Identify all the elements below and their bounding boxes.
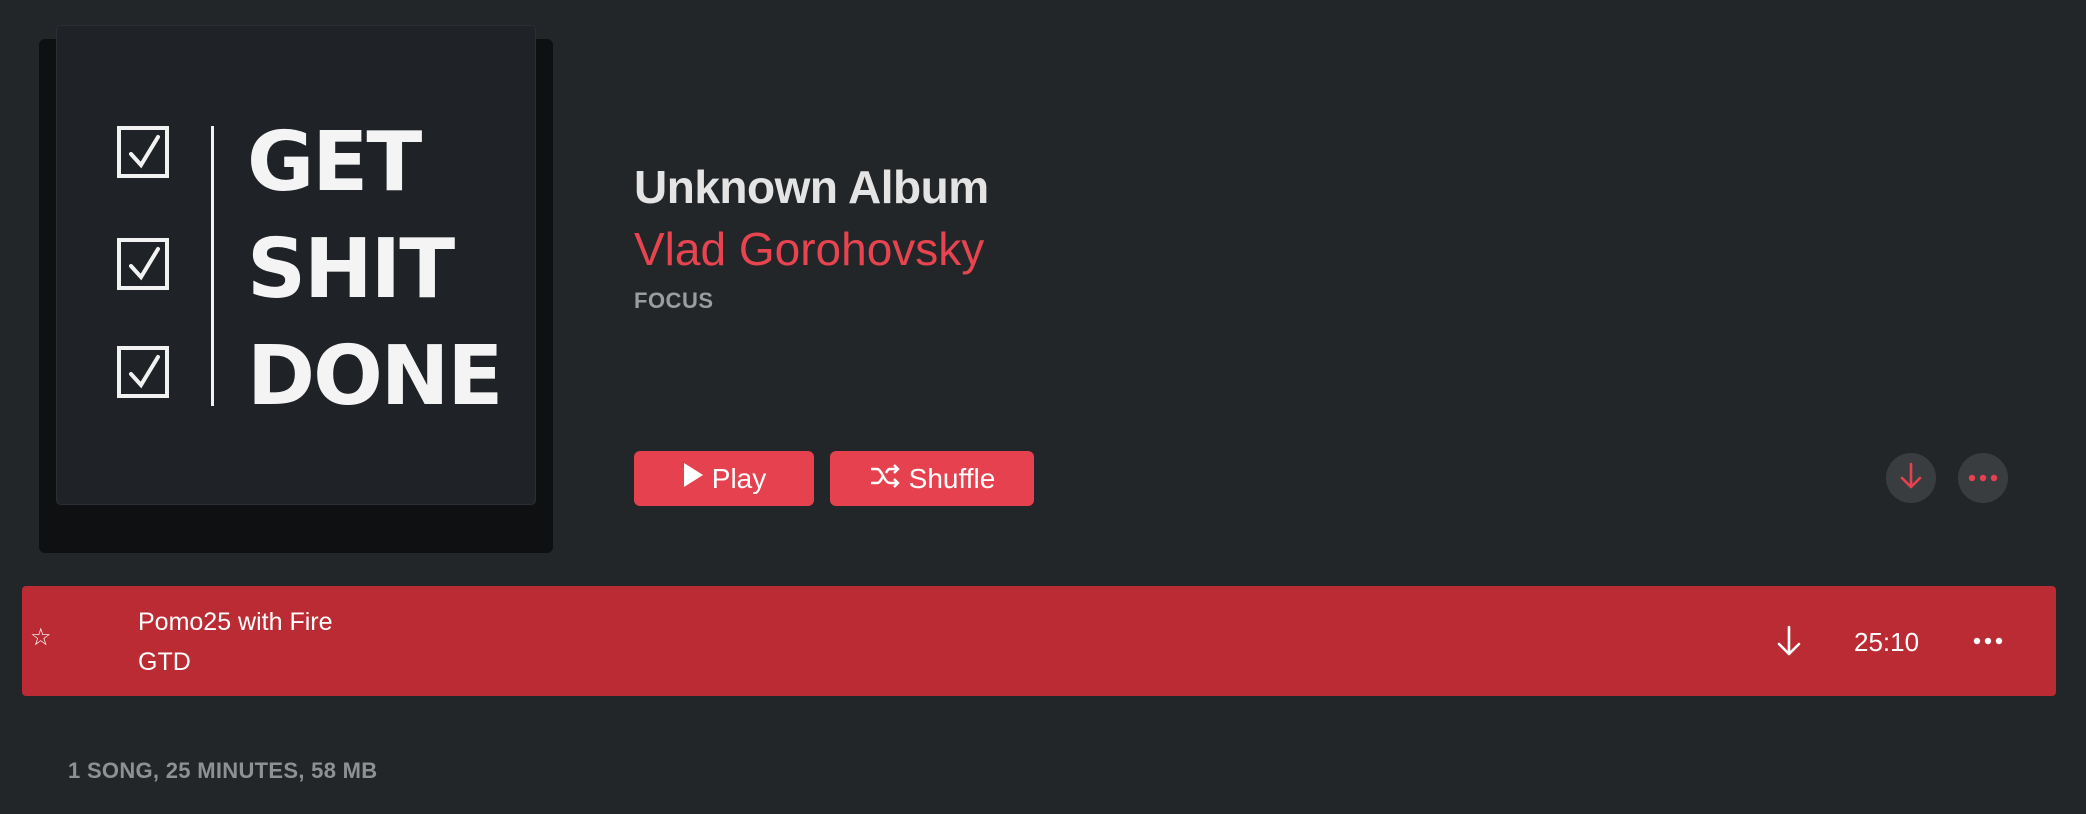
artwork-text-line: GET [247,115,422,210]
shuffle-button-label: Shuffle [908,462,996,494]
track-title: Pomo25 with Fire [138,608,333,636]
checkbox-checked-icon [117,238,169,290]
more-ellipsis-icon [1968,469,1998,487]
more-ellipsis-icon [1973,632,2003,650]
shuffle-icon [869,463,901,495]
track-download-button[interactable] [1774,624,1804,658]
download-album-button[interactable] [1886,453,1936,503]
track-duration: 25:10 [1854,627,1920,657]
download-arrow-icon [1774,625,1804,662]
checkbox-checked-icon [117,346,169,398]
artwork-text-line: DONE [247,329,503,424]
track-more-button[interactable] [1968,626,2008,656]
play-button[interactable]: Play [634,451,814,506]
shuffle-button[interactable]: Shuffle [830,451,1034,506]
album-title: Unknown Album [634,161,989,213]
track-artist[interactable]: GTD [138,648,191,677]
download-arrow-icon [1900,462,1922,495]
album-genre[interactable]: FOCUS [634,288,714,314]
play-button-label: Play [711,462,767,494]
artwork-divider [211,126,214,406]
artwork-text-line: SHIT [247,222,455,317]
album-more-button[interactable] [1958,453,2008,503]
star-outline-icon[interactable]: ☆ [30,626,52,650]
album-artwork[interactable]: GET SHIT DONE [57,26,535,504]
album-view: GET SHIT DONE Unknown Album Vlad Gorohov… [0,0,2086,814]
track-row[interactable]: ☆ Pomo25 with Fire GTD 25:10 [22,586,2056,696]
checkbox-checked-icon [117,126,169,178]
album-artist-link[interactable]: Vlad Gorohovsky [634,222,984,276]
album-summary: 1 SONG, 25 MINUTES, 58 MB [68,758,378,783]
play-icon [682,462,704,495]
